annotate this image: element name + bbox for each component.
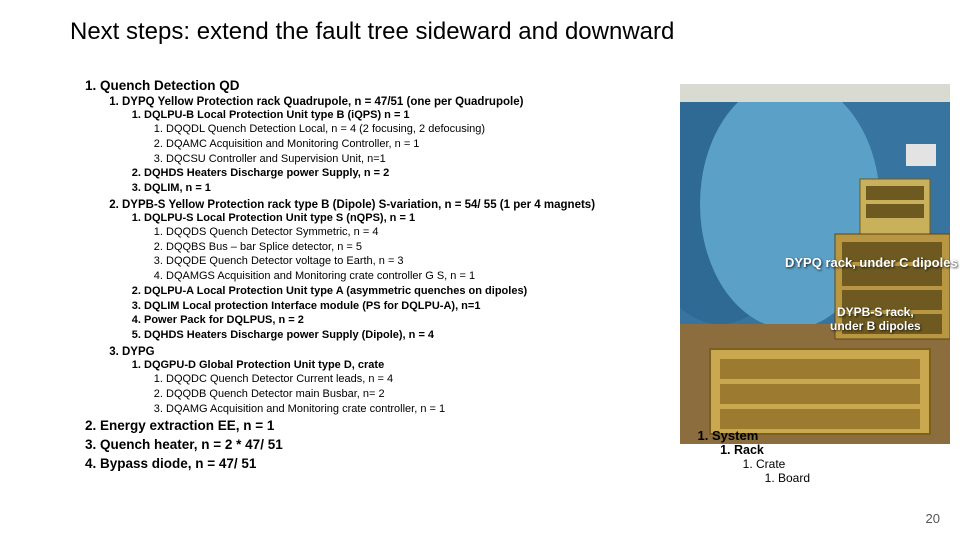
- outline-item: DQHDS Heaters Discharge power Supply, n …: [144, 167, 688, 181]
- key-text: System: [712, 428, 758, 443]
- outline-text: DQLPU-S Local Protection Unit type S (nQ…: [144, 212, 415, 224]
- outline-item: DYPQ Yellow Protection rack Quadrupole, …: [122, 95, 688, 196]
- page-number: 20: [926, 511, 940, 526]
- outline-text: DYPB-S Yellow Protection rack type B (Di…: [122, 199, 595, 211]
- outline-item: DQAMGS Acquisition and Monitoring crate …: [166, 270, 688, 284]
- key-item: Rack Crate Board: [734, 443, 810, 485]
- outline-item: DQQDS Quench Detector Symmetric, n = 4: [166, 226, 688, 240]
- outline-item: DQAMC Acquisition and Monitoring Control…: [166, 138, 688, 152]
- outline-content: Quench Detection QD DYPQ Yellow Protecti…: [78, 78, 688, 475]
- outline-item: DQLIM, n = 1: [144, 182, 688, 196]
- outline-text: Quench Detection QD: [100, 78, 240, 93]
- outline-text: DQGPU-D Global Protection Unit type D, c…: [144, 359, 384, 371]
- outline-item: DQQDC Quench Detector Current leads, n =…: [166, 373, 688, 387]
- slide: Next steps: extend the fault tree sidewa…: [0, 0, 960, 540]
- outline-item: Quench heater, n = 2 * 47/ 51: [100, 437, 688, 454]
- caption-line: under B dipoles: [830, 319, 921, 333]
- outline-text: DQLPU-B Local Protection Unit type B (iQ…: [144, 109, 410, 121]
- outline-item: DQLPU-A Local Protection Unit type A (as…: [144, 285, 688, 299]
- outline-item: DQLPU-B Local Protection Unit type B (iQ…: [144, 109, 688, 166]
- key-item: System Rack Crate Board: [712, 428, 810, 485]
- key-text: Rack: [734, 443, 764, 457]
- hierarchy-key: System Rack Crate Board: [690, 428, 810, 485]
- outline-item: DQLPU-S Local Protection Unit type S (nQ…: [144, 212, 688, 284]
- outline-item: Bypass diode, n = 47/ 51: [100, 456, 688, 473]
- outline-text: DYPQ Yellow Protection rack Quadrupole, …: [122, 96, 523, 108]
- photo-caption-dypq: DYPQ rack, under C dipoles: [785, 255, 958, 270]
- key-text: Crate: [756, 457, 785, 471]
- outline-item: DYPB-S Yellow Protection rack type B (Di…: [122, 198, 688, 343]
- slide-title: Next steps: extend the fault tree sidewa…: [70, 18, 674, 46]
- outline-text: DYPG: [122, 346, 155, 358]
- caption-line: DYPB-S rack,: [837, 305, 914, 319]
- outline-item: DQCSU Controller and Supervision Unit, n…: [166, 153, 688, 167]
- key-item: Crate Board: [756, 457, 810, 485]
- outline-item: Quench Detection QD DYPQ Yellow Protecti…: [100, 78, 688, 416]
- outline-item: Energy extraction EE, n = 1: [100, 418, 688, 435]
- outline-item: Power Pack for DQLPUS, n = 2: [144, 314, 688, 328]
- outline-item: DQQDE Quench Detector voltage to Earth, …: [166, 255, 688, 269]
- photo-caption-dypbs: DYPB-S rack, under B dipoles: [830, 305, 921, 334]
- outline-item: DQQBS Bus – bar Splice detector, n = 5: [166, 241, 688, 255]
- outline-item: DQGPU-D Global Protection Unit type D, c…: [144, 359, 688, 416]
- outline-item: DQQDL Quench Detection Local, n = 4 (2 f…: [166, 123, 688, 137]
- outline-item: DYPG DQGPU-D Global Protection Unit type…: [122, 345, 688, 416]
- outline-item: DQLIM Local protection Interface module …: [144, 300, 688, 314]
- outline-item: DQAMG Acquisition and Monitoring crate c…: [166, 403, 688, 417]
- outline-item: DQQDB Quench Detector main Busbar, n= 2: [166, 388, 688, 402]
- outline-item: DQHDS Heaters Discharge power Supply (Di…: [144, 329, 688, 343]
- key-item: Board: [778, 471, 810, 485]
